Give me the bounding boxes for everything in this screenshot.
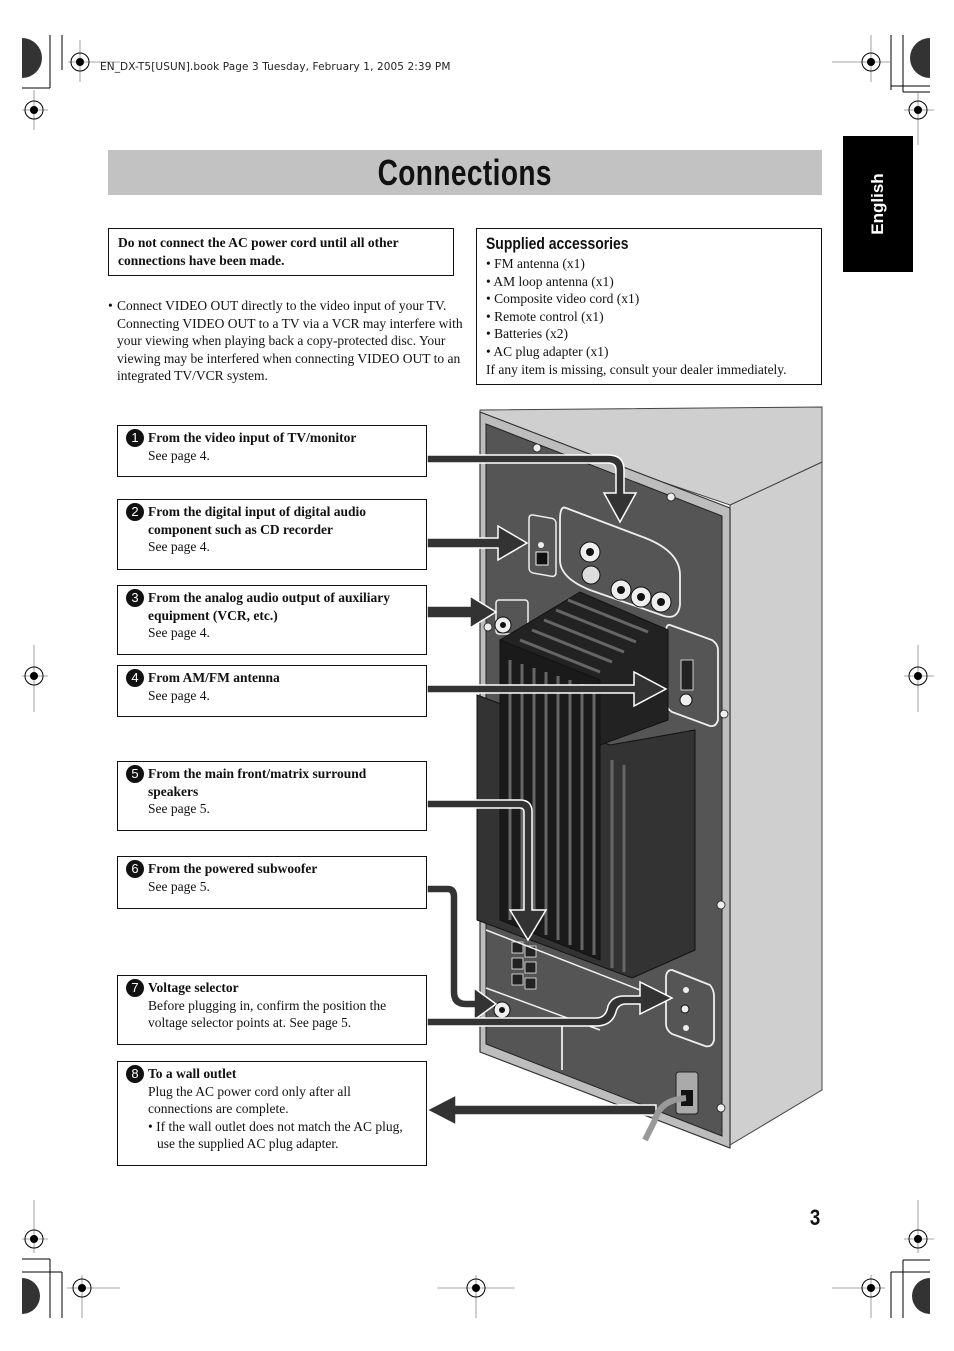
callout-number: 3 (126, 589, 144, 607)
callout-heading: From AM/FM antenna (148, 670, 280, 685)
accessory-item: • FM antenna (x1) (486, 256, 585, 271)
note-bullet: • (108, 298, 113, 313)
page-number: 3 (809, 1205, 821, 1230)
callout-number: 5 (126, 765, 144, 783)
print-header: EN_DX-T5[USUN].book Page 3 Tuesday, Febr… (100, 61, 451, 73)
callout-number: 1 (126, 429, 144, 447)
callout-8: 8 To a wall outlet Plug the AC power cor… (117, 1061, 427, 1166)
page-title-bar: Connections (108, 150, 822, 195)
callout-number: 4 (126, 669, 144, 687)
callout-6: 6 From the powered subwoofer See page 5. (117, 856, 427, 909)
callout-body: Before plugging in, confirm the position… (148, 997, 387, 1031)
page-title: Connections (377, 151, 553, 193)
callout-body: See page 4. (148, 447, 210, 463)
callout-2: 2 From the digital input of digital audi… (117, 499, 427, 570)
accessories-title: Supplied accessories (486, 234, 629, 253)
accessory-item: • Remote control (x1) (486, 308, 604, 324)
callout-bullet: • If the wall outlet does not match the … (148, 1118, 403, 1152)
rear-panel-illustration (425, 406, 823, 1149)
accessory-item: • AM loop antenna (x1) (486, 273, 614, 289)
callout-heading: From the powered subwoofer (148, 861, 318, 876)
accessory-item: • Composite video cord (x1) (486, 291, 640, 307)
callout-3: 3 From the analog audio output of auxili… (117, 585, 427, 655)
note-text: Connect VIDEO OUT directly to the video … (117, 298, 463, 384)
language-tab-label: English (868, 173, 887, 235)
power-cord-warning: Do not connect the AC power cord until a… (108, 228, 454, 276)
callout-body: See page 5. (148, 801, 210, 817)
callout-heading: From the digital input of digital audio … (148, 504, 367, 537)
ac-inlet (675, 1071, 699, 1115)
callout-4: 4 From AM/FM antenna See page 4. (117, 665, 427, 717)
callout-heading: From the analog audio output of auxiliar… (148, 590, 391, 623)
callout-body: See page 4. (148, 687, 210, 703)
callout-7: 7 Voltage selector Before plugging in, c… (117, 975, 427, 1045)
callout-body: Plug the AC power cord only after all co… (148, 1083, 351, 1117)
accessories-footer: If any item is missing, consult your dea… (486, 361, 787, 377)
callout-body: See page 4. (148, 625, 210, 641)
language-tab: English (843, 136, 913, 272)
callout-heading: From the video input of TV/monitor (148, 430, 357, 445)
accessory-item: • Batteries (x2) (486, 326, 568, 342)
callout-heading: From the main front/matrix surround spea… (148, 766, 367, 799)
callout-body: See page 5. (148, 878, 210, 894)
accessory-item: • AC plug adapter (x1) (486, 343, 609, 359)
video-out-note: • Connect VIDEO OUT directly to the vide… (108, 297, 464, 385)
callout-number: 2 (126, 503, 144, 521)
callout-heading: To a wall outlet (148, 1066, 237, 1081)
callout-heading: Voltage selector (148, 980, 239, 995)
callout-1: 1 From the video input of TV/monitor See… (117, 425, 427, 477)
callout-number: 6 (126, 860, 144, 878)
supplied-accessories-box: Supplied accessories • FM antenna (x1) •… (476, 228, 822, 385)
cabinet-side (729, 461, 823, 1146)
callout-number: 8 (126, 1065, 144, 1083)
callout-5: 5 From the main front/matrix surround sp… (117, 761, 427, 831)
callout-number: 7 (126, 979, 144, 997)
callout-body: See page 4. (148, 539, 210, 555)
